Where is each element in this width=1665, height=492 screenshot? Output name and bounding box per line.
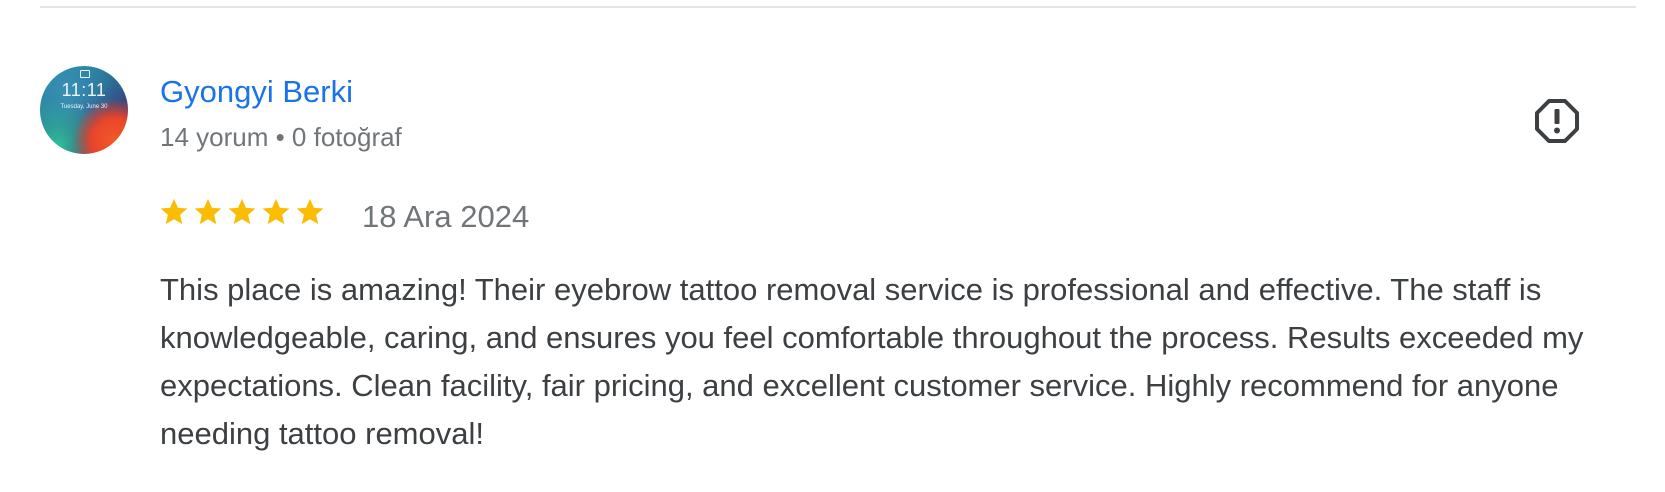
review-text: This place is amazing! Their eyebrow tat… bbox=[160, 272, 1584, 451]
author-meta: 14 yorum • 0 fotoğraf bbox=[160, 122, 402, 152]
report-icon[interactable] bbox=[1534, 98, 1580, 144]
avatar[interactable]: 11:11 Tuesday, June 30 bbox=[40, 66, 128, 154]
review-date: 18 Ara 2024 bbox=[362, 199, 530, 234]
top-divider bbox=[40, 6, 1636, 8]
rating-stars bbox=[158, 196, 326, 228]
star-icon bbox=[194, 198, 222, 225]
star-icon bbox=[160, 198, 188, 225]
avatar-date: Tuesday, June 30 bbox=[60, 104, 108, 110]
star-icon bbox=[262, 198, 290, 225]
author-name-link[interactable]: Gyongyi Berki bbox=[160, 74, 353, 110]
avatar-time: 11:11 bbox=[61, 80, 107, 100]
star-icon bbox=[228, 198, 256, 225]
lock-icon bbox=[80, 70, 90, 78]
star-icon bbox=[296, 198, 324, 225]
